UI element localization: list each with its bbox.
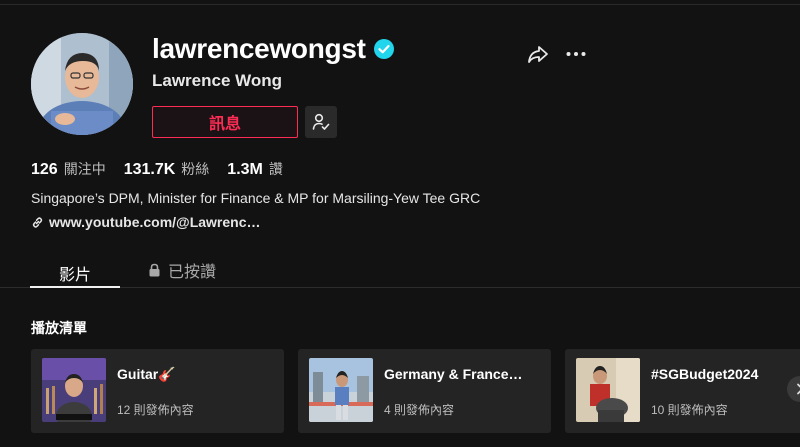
stat-label: 關注中 — [63, 161, 106, 177]
stat-label: 粉絲 — [181, 161, 210, 177]
avatar-image — [31, 33, 133, 135]
lock-icon — [149, 263, 160, 277]
bio: Singapore’s DPM, Minister for Finance & … — [31, 190, 481, 206]
playlist-title: Germany & France… — [384, 366, 523, 382]
profile-link-text: www.youtube.com/@Lawrenc… — [49, 214, 261, 230]
tab-liked[interactable]: 已按讚 — [148, 258, 216, 282]
playlist-thumbnail-image — [309, 358, 373, 422]
verified-badge-icon — [373, 39, 394, 59]
stat-value: 131.7K — [123, 161, 176, 178]
profile-link[interactable]: www.youtube.com/@Lawrenc… — [31, 214, 261, 230]
top-divider — [0, 4, 800, 5]
follow-check-icon — [312, 113, 330, 130]
share-button[interactable] — [526, 42, 550, 66]
tab-videos-label: 影片 — [59, 267, 92, 284]
stat-likes: 1.3M 讚 — [227, 159, 283, 179]
active-tab-indicator — [30, 286, 120, 288]
playlist-thumbnail — [309, 358, 373, 422]
playlist-card[interactable]: #SGBudget2024 10 則發佈內容 — [565, 349, 800, 433]
message-button[interactable]: 訊息 — [152, 106, 298, 138]
stat-label: 讚 — [268, 161, 283, 177]
link-icon — [32, 216, 43, 228]
playlist-card[interactable]: Germany & France… 4 則發佈內容 — [298, 349, 551, 433]
playlist-title: #SGBudget2024 — [651, 366, 759, 382]
more-icon — [566, 52, 586, 56]
tab-videos[interactable]: 影片 — [30, 258, 120, 288]
playlist-card[interactable]: Guitar🎸 12 則發佈內容 — [31, 349, 284, 433]
playlist-count: 4 則發佈內容 — [384, 403, 455, 417]
stat-value: 1.3M — [227, 161, 263, 178]
more-options-button[interactable] — [564, 42, 588, 66]
stat-following[interactable]: 126 關注中 — [31, 159, 106, 179]
profile-stats: 126 關注中 131.7K 粉絲 1.3M 讚 — [31, 159, 283, 179]
profile-tabs: 影片 已按讚 — [0, 254, 800, 288]
following-button[interactable] — [305, 106, 337, 138]
playlists-title: 播放清單 — [31, 320, 87, 336]
display-name: Lawrence Wong — [152, 71, 283, 90]
chevron-right-icon — [797, 383, 800, 395]
playlist-title: Guitar🎸 — [117, 366, 176, 382]
tab-liked-label: 已按讚 — [168, 264, 217, 281]
playlist-thumbnail-image — [42, 358, 106, 422]
playlist-thumbnail — [42, 358, 106, 422]
playlist-count: 12 則發佈內容 — [117, 403, 194, 417]
share-icon — [528, 46, 548, 63]
avatar[interactable] — [31, 33, 133, 135]
username-row: lawrencewongst — [152, 33, 394, 65]
playlist-count: 10 則發佈內容 — [651, 403, 728, 417]
playlist-thumbnail — [576, 358, 640, 422]
stat-value: 126 — [31, 161, 58, 178]
stat-followers[interactable]: 131.7K 粉絲 — [124, 159, 210, 179]
username: lawrencewongst — [152, 33, 366, 64]
playlist-thumbnail-image — [576, 358, 640, 422]
